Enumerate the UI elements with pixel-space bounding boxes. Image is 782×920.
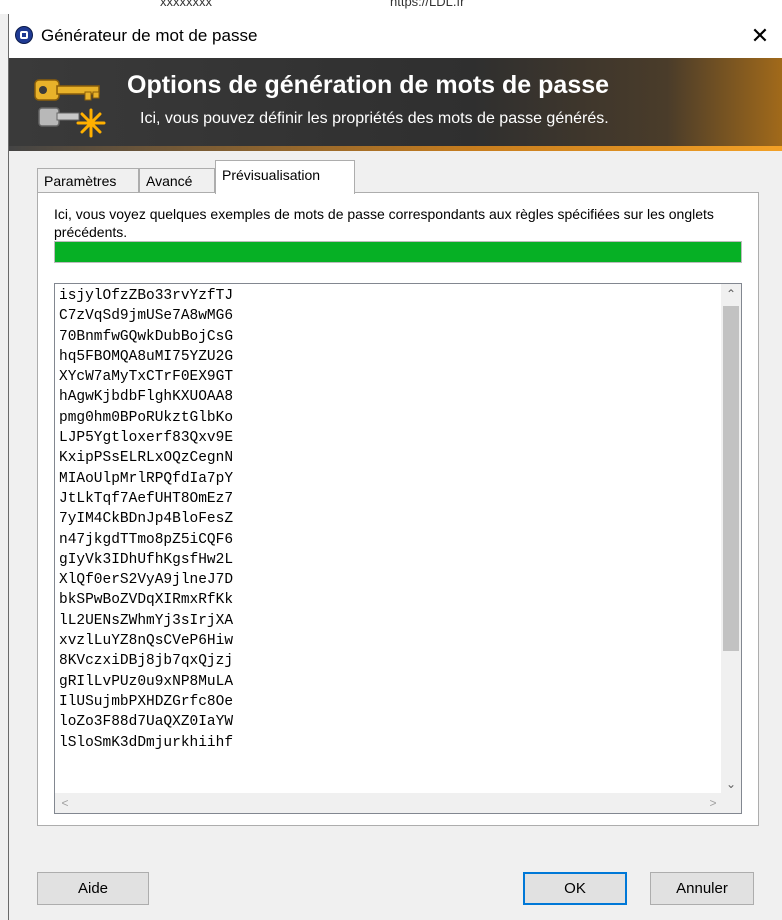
horizontal-scrollbar[interactable]: < > [55,793,723,813]
scroll-right-icon[interactable]: > [703,793,723,813]
close-button[interactable]: ✕ [737,14,782,58]
preview-panel: Ici, vous voyez quelques exemples de mot… [37,192,759,826]
password-item[interactable]: lSloSmK3dDmjurkhiihf [59,733,233,753]
password-item[interactable]: JtLkTqf7AefUHT8OmEz7 [59,489,233,509]
vertical-scroll-thumb[interactable] [723,306,739,651]
password-item[interactable]: MIAoUlpMrlRPQfdIa7pY [59,469,233,489]
password-item[interactable]: IlUSujmbPXHDZGrfc8Oe [59,692,233,712]
cancel-button[interactable]: Annuler [650,872,754,905]
password-item[interactable]: XlQf0erS2VyA9jlneJ7D [59,570,233,590]
password-list: isjylOfzZBo33rvYzfTJ C7zVqSd9jmUSe7A8wMG6… [59,286,233,753]
scroll-left-icon[interactable]: < [55,793,75,813]
password-item[interactable]: n47jkgdTTmo8pZ5iCQF6 [59,530,233,550]
window-title: Générateur de mot de passe [41,26,258,45]
scroll-down-icon[interactable]: ⌄ [721,774,741,794]
password-item[interactable]: loZo3F88d7UaQXZ0IaYW [59,712,233,732]
tab-avance[interactable]: Avancé [139,168,215,193]
password-item[interactable]: hq5FBOMQA8uMI75YZU2G [59,347,233,367]
vertical-scrollbar[interactable]: ⌃ ⌄ [721,284,741,794]
key-generate-icon [34,79,106,138]
password-item[interactable]: XYcW7aMyTxCTrF0EX9GT [59,367,233,387]
preview-description: Ici, vous voyez quelques exemples de mot… [54,206,714,240]
password-item[interactable]: 70BnmfwGQwkDubBojCsG [59,327,233,347]
ok-button[interactable]: OK [523,872,627,905]
tab-previsualisation[interactable]: Prévisualisation [215,160,355,194]
password-item[interactable]: isjylOfzZBo33rvYzfTJ [59,286,233,306]
keepass-lock-icon [15,26,33,44]
password-item[interactable]: KxipPSsELRLxOQzCegnN [59,448,233,468]
banner-subtitle: Ici, vous pouvez définir les propriétés … [140,110,609,127]
titlebar: Générateur de mot de passe ✕ [9,14,782,58]
password-item[interactable]: C7zVqSd9jmUSe7A8wMG6 [59,306,233,326]
password-item[interactable]: xvzlLuYZ8nQsCVeP6Hiw [59,631,233,651]
progress-fill [55,242,741,262]
help-button[interactable]: Aide [37,872,149,905]
banner-accent-line [9,146,782,151]
password-item[interactable]: 8KVczxiDBj8jb7qxQjzj [59,651,233,671]
password-preview-list[interactable]: isjylOfzZBo33rvYzfTJ C7zVqSd9jmUSe7A8wMG6… [54,283,742,814]
password-generator-dialog: Générateur de mot de passe ✕ Options de … [8,14,782,920]
background-text-2: https://LDL.fr [390,0,465,9]
banner-title: Options de génération de mots de passe [127,71,610,99]
password-item[interactable]: gIyVk3IDhUfhKgsfHw2L [59,550,233,570]
background-window-strip: xxxxxxxx https://LDL.fr [0,0,782,14]
generation-progress-bar [54,241,742,263]
password-item[interactable]: pmg0hm0BPoRUkztGlbKo [59,408,233,428]
scrollbar-corner [721,793,741,813]
password-item[interactable]: gRIlLvPUz0u9xNP8MuLA [59,672,233,692]
password-item[interactable]: LJP5Ygtloxerf83Qxv9E [59,428,233,448]
password-item[interactable]: 7yIM4CkBDnJp4BloFesZ [59,509,233,529]
tab-parametres[interactable]: Paramètres [37,168,139,193]
password-item[interactable]: bkSPwBoZVDqXIRmxRfKk [59,590,233,610]
password-item[interactable]: hAgwKjbdbFlghKXUOAA8 [59,387,233,407]
header-banner: Options de génération de mots de passe I… [9,58,782,151]
password-item[interactable]: lL2UENsZWhmYj3sIrjXA [59,611,233,631]
background-text-1: xxxxxxxx [160,0,212,9]
scroll-up-icon[interactable]: ⌃ [721,284,741,304]
